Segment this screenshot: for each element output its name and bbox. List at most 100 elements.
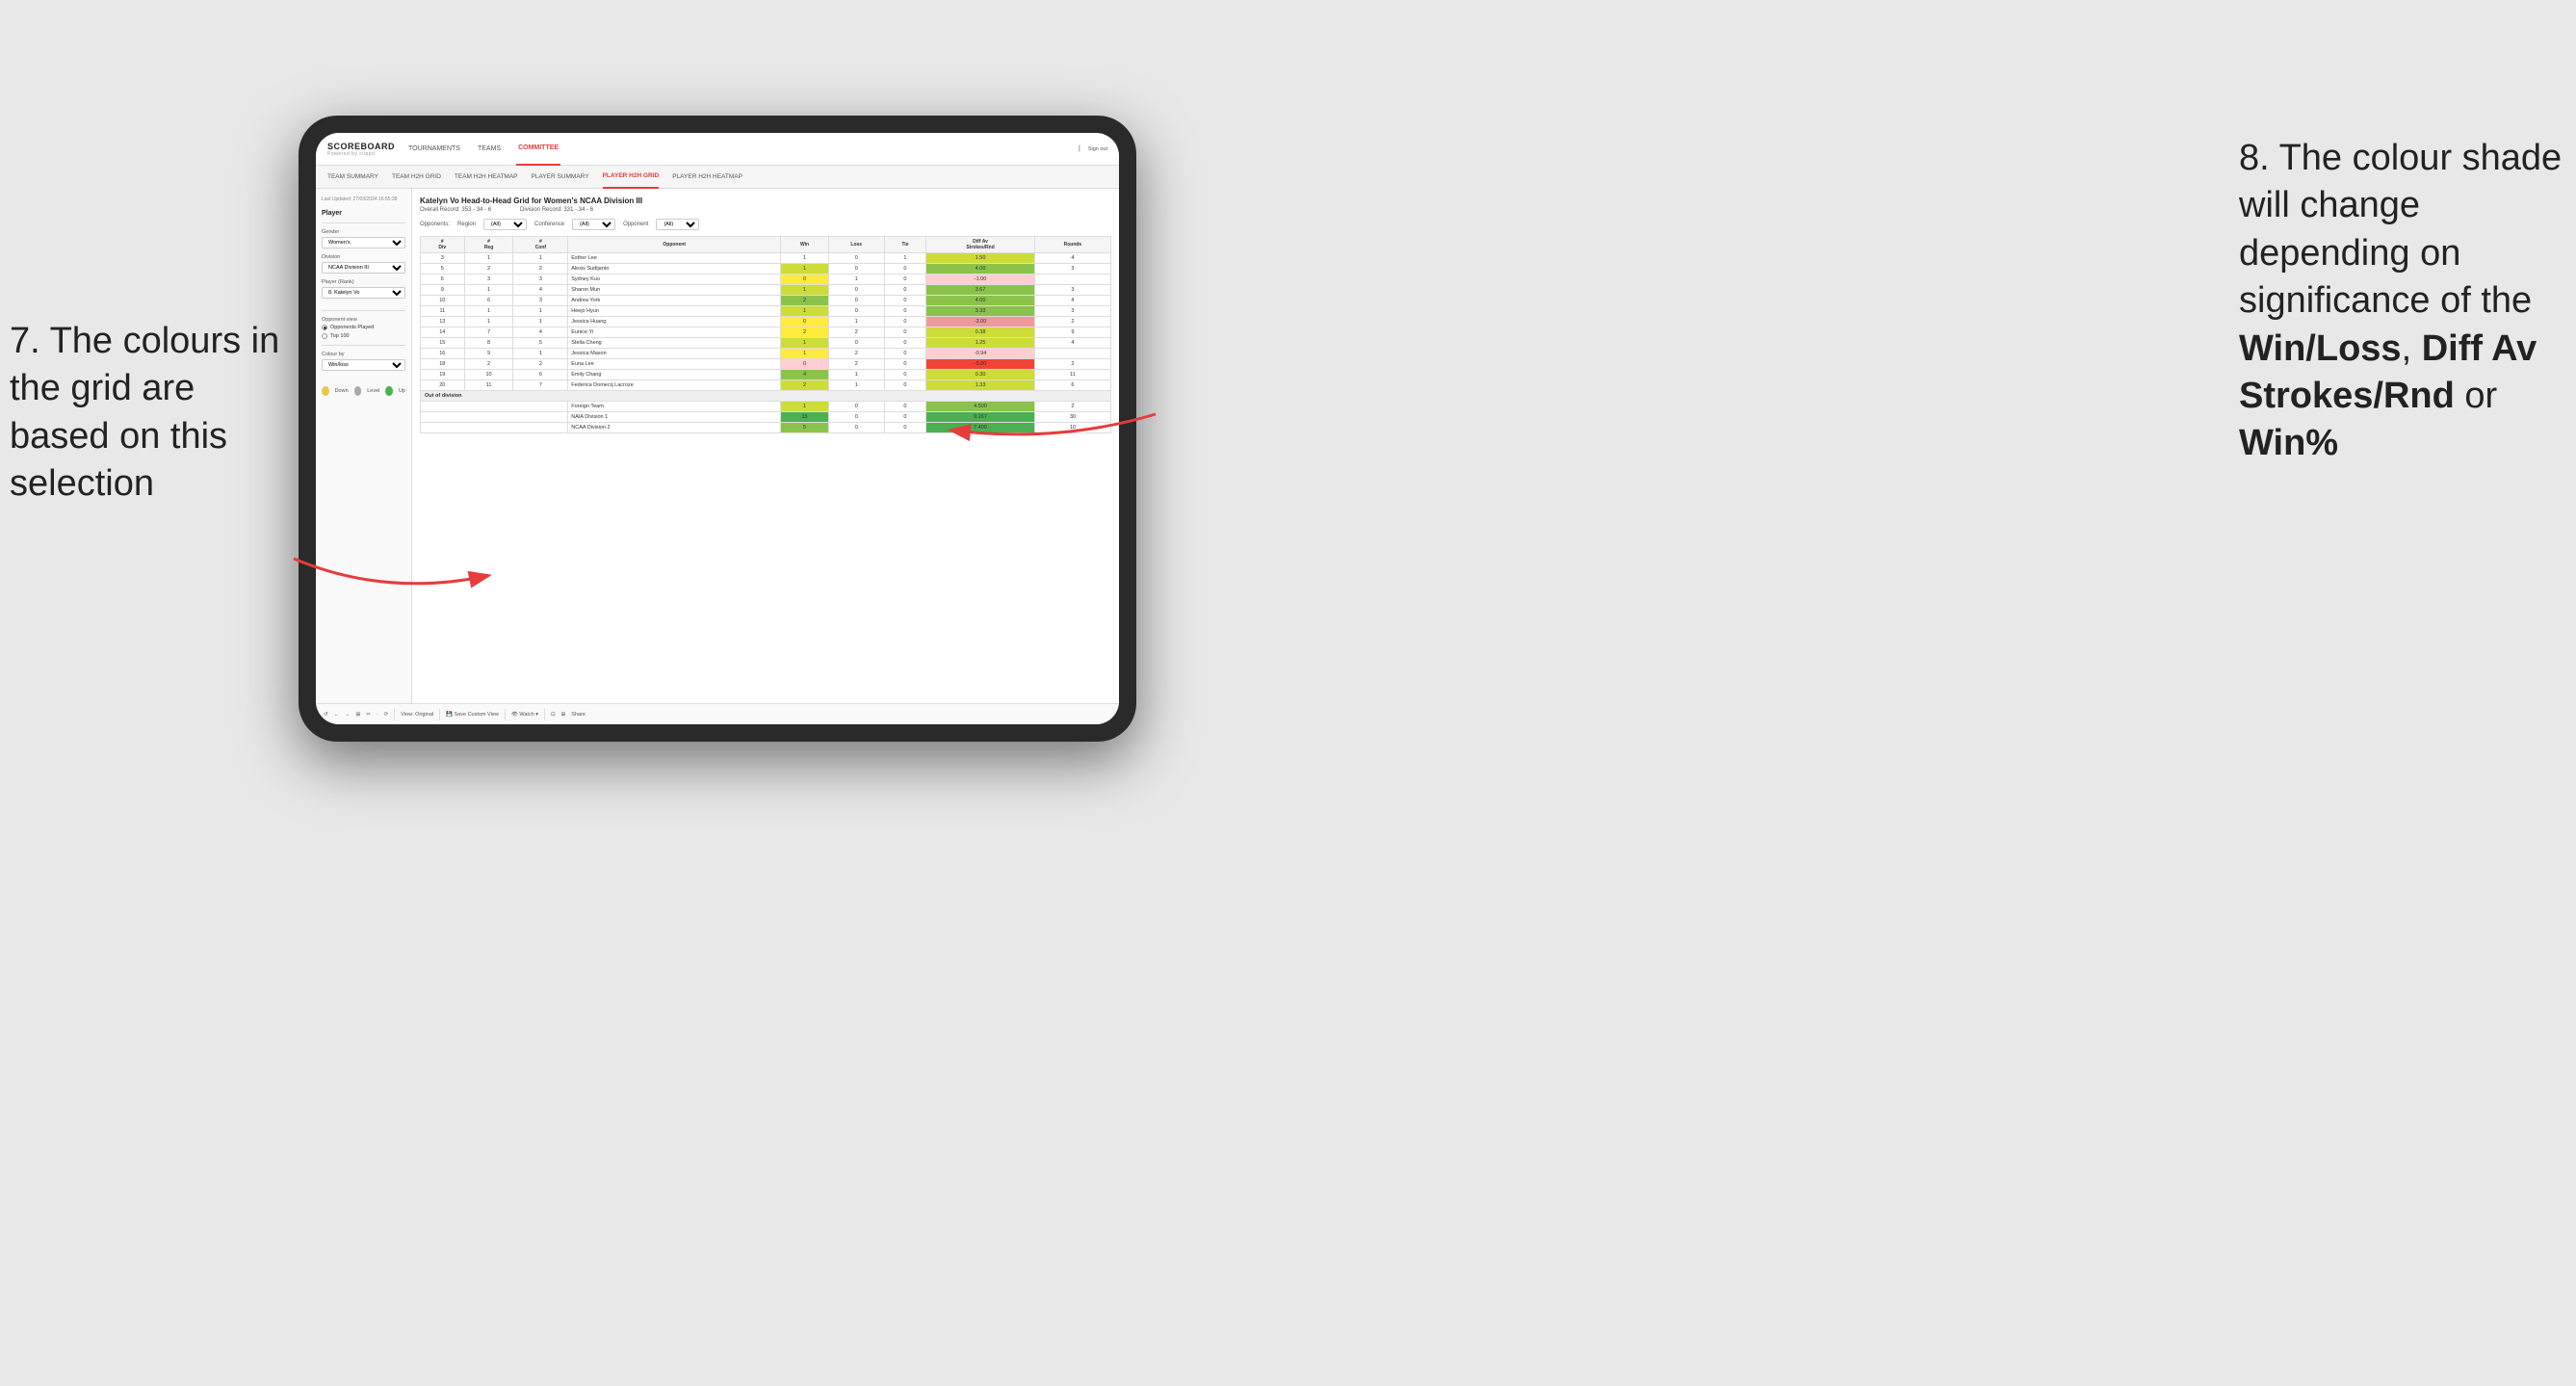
sidebar-top100-option[interactable]: Top 100 bbox=[322, 333, 405, 339]
sidebar-colour-by-label: Colour by bbox=[322, 352, 405, 357]
content-title: Katelyn Vo Head-to-Head Grid for Women's… bbox=[420, 196, 1111, 205]
toolbar-divider-3 bbox=[505, 709, 506, 720]
toolbar-icon2[interactable]: ⊞ bbox=[561, 712, 566, 718]
sidebar-opponents-played-option[interactable]: Opponents Played bbox=[322, 325, 405, 330]
toolbar-forward[interactable]: → bbox=[345, 712, 351, 718]
region-filter-select[interactable]: (All) bbox=[483, 219, 527, 230]
sidebar-opponent-radio-group: Opponents Played Top 100 bbox=[322, 325, 405, 339]
radio-dot-opponents-played bbox=[322, 325, 327, 330]
legend-down-label: Down bbox=[335, 388, 349, 394]
table-row: NCAA Division 2 5 0 0 7.400 10 bbox=[421, 423, 1111, 433]
nav-right: | Sign out bbox=[1079, 145, 1107, 152]
toolbar-refresh[interactable]: ⟳ bbox=[384, 712, 389, 718]
table-row: 16 9 1 Jessica Mason 1 2 0 -0.94 bbox=[421, 349, 1111, 359]
annotation-right: 8. The colour shade will change dependin… bbox=[2239, 135, 2566, 468]
toolbar-share[interactable]: Share bbox=[571, 712, 585, 718]
legend-level-dot bbox=[354, 386, 362, 396]
overall-record-label: Overall Record: 353 - 34 - 6 bbox=[420, 207, 491, 213]
content-record: Overall Record: 353 - 34 - 6 Division Re… bbox=[420, 207, 1111, 213]
division-record-label: Division Record: 331 - 34 - 6 bbox=[520, 207, 593, 213]
legend-level-label: Level bbox=[367, 388, 379, 394]
th-div: #Div bbox=[421, 237, 465, 253]
nav-bar: SCOREBOARD Powered by clippd TOURNAMENTS… bbox=[316, 133, 1119, 166]
legend-up-label: Up bbox=[399, 388, 405, 394]
content-area: Katelyn Vo Head-to-Head Grid for Women's… bbox=[412, 189, 1119, 703]
toolbar-divider-4 bbox=[544, 709, 545, 720]
sidebar-opponent-view-label: Opponent view bbox=[322, 317, 405, 323]
table-row: 5 2 2 Alexis Sudijanto 1 0 0 4.00 3 bbox=[421, 264, 1111, 275]
app-logo-sub: Powered by clippd bbox=[327, 151, 395, 157]
table-row: 9 1 4 Sharon Mun 1 0 0 3.67 3 bbox=[421, 285, 1111, 296]
subnav-player-summary[interactable]: PLAYER SUMMARY bbox=[532, 166, 589, 189]
nav-tournaments[interactable]: TOURNAMENTS bbox=[406, 133, 462, 166]
table-row: 18 2 2 Euna Lee 0 2 0 -5.00 2 bbox=[421, 359, 1111, 370]
th-win: Win bbox=[781, 237, 829, 253]
toolbar-cut[interactable]: ✂ bbox=[366, 712, 371, 718]
toolbar-icon1[interactable]: ⊡ bbox=[551, 712, 556, 718]
out-of-division-header: Out of division bbox=[421, 391, 1111, 402]
nav-committee[interactable]: COMMITTEE bbox=[516, 133, 560, 166]
toolbar-grid[interactable]: ⊞ bbox=[356, 712, 361, 718]
legend-up-dot bbox=[385, 386, 393, 396]
sidebar-player-rank-select[interactable]: 8. Katelyn Vo bbox=[322, 287, 405, 299]
sidebar-gender-label: Gender bbox=[322, 229, 405, 235]
legend-row: Down Level Up bbox=[322, 386, 405, 396]
toolbar-save-custom[interactable]: 💾 Save Custom View bbox=[446, 712, 499, 718]
th-conf: #Conf bbox=[513, 237, 568, 253]
th-diff: Diff AvStrokes/Rnd bbox=[926, 237, 1035, 253]
sidebar-gender-select[interactable]: Women's bbox=[322, 237, 405, 248]
app-logo: SCOREBOARD Powered by clippd bbox=[327, 142, 395, 157]
th-loss: Loss bbox=[828, 237, 884, 253]
toolbar-paste[interactable]: · bbox=[377, 712, 378, 718]
table-row: 3 1 1 Esther Lee 1 0 1 1.50 4 bbox=[421, 253, 1111, 264]
toolbar-divider-2 bbox=[439, 709, 440, 720]
table-row: 10 6 3 Andrea York 2 0 0 4.00 4 bbox=[421, 296, 1111, 306]
sidebar-timestamp: Last Updated: 27/03/2024 16:55:38 bbox=[322, 196, 405, 202]
th-opponent: Opponent bbox=[568, 237, 781, 253]
main-content: Last Updated: 27/03/2024 16:55:38 Player… bbox=[316, 189, 1119, 703]
sidebar-division-select[interactable]: NCAA Division III bbox=[322, 262, 405, 274]
th-rounds: Rounds bbox=[1034, 237, 1110, 253]
toolbar-watch[interactable]: 👁 Watch ▾ bbox=[511, 712, 538, 718]
table-row: 19 10 6 Emily Chang 4 1 0 0.30 11 bbox=[421, 370, 1111, 380]
subnav-player-h2h-heatmap[interactable]: PLAYER H2H HEATMAP bbox=[672, 166, 742, 189]
subnav-player-h2h-grid[interactable]: PLAYER H2H GRID bbox=[603, 166, 660, 189]
subnav-team-h2h-heatmap[interactable]: TEAM H2H HEATMAP bbox=[455, 166, 518, 189]
table-row: 13 1 1 Jessica Huang 0 1 0 -3.00 2 bbox=[421, 317, 1111, 327]
toolbar-divider-1 bbox=[394, 709, 395, 720]
subnav-team-h2h-grid[interactable]: TEAM H2H GRID bbox=[392, 166, 441, 189]
toolbar-back[interactable]: ← bbox=[334, 712, 340, 718]
opponent-filter-label: Opponent bbox=[623, 222, 648, 227]
table-row: 14 7 4 Eunice Yi 2 2 0 0.38 9 bbox=[421, 327, 1111, 338]
region-filter-label: Region bbox=[457, 222, 476, 227]
tablet-screen: SCOREBOARD Powered by clippd TOURNAMENTS… bbox=[316, 133, 1119, 724]
tablet-frame: SCOREBOARD Powered by clippd TOURNAMENTS… bbox=[299, 116, 1136, 742]
sidebar-division-label: Division bbox=[322, 254, 405, 260]
radio-dot-top100 bbox=[322, 333, 327, 339]
sidebar-player-rank-label: Player (Rank) bbox=[322, 279, 405, 285]
table-row: Foreign Team 1 0 0 4.500 2 bbox=[421, 402, 1111, 412]
conference-filter-label: Conference bbox=[534, 222, 564, 227]
subnav-team-summary[interactable]: TEAM SUMMARY bbox=[327, 166, 378, 189]
conference-filter-select[interactable]: (All) bbox=[572, 219, 615, 230]
table-row: 20 11 7 Federica Domecq Lacroze 2 1 0 1.… bbox=[421, 380, 1111, 391]
sidebar-player-title: Player bbox=[322, 210, 405, 217]
h2h-table: #Div #Reg #Conf Opponent Win Loss Tie Di… bbox=[420, 236, 1111, 433]
nav-separator: | bbox=[1079, 145, 1080, 152]
legend-down-dot bbox=[322, 386, 329, 396]
toolbar-view-original[interactable]: View: Original bbox=[401, 712, 433, 718]
bottom-toolbar: ↺ ← → ⊞ ✂ · ⟳ View: Original 💾 Save Cust… bbox=[316, 703, 1119, 724]
nav-items: TOURNAMENTS TEAMS COMMITTEE bbox=[406, 133, 1079, 166]
nav-teams[interactable]: TEAMS bbox=[476, 133, 503, 166]
sidebar: Last Updated: 27/03/2024 16:55:38 Player… bbox=[316, 189, 412, 703]
sub-nav: TEAM SUMMARY TEAM H2H GRID TEAM H2H HEAT… bbox=[316, 166, 1119, 189]
sign-out-button[interactable]: Sign out bbox=[1088, 146, 1107, 152]
opponent-filter-select[interactable]: (All) bbox=[656, 219, 699, 230]
toolbar-undo[interactable]: ↺ bbox=[324, 712, 328, 718]
sidebar-colour-by-select[interactable]: Win/loss bbox=[322, 359, 405, 371]
th-reg: #Reg bbox=[464, 237, 513, 253]
th-tie: Tie bbox=[884, 237, 926, 253]
opponents-filter-label: Opponents: bbox=[420, 222, 450, 227]
table-row: 11 1 1 Heejo Hyun 1 0 0 3.33 3 bbox=[421, 306, 1111, 317]
table-row: 6 3 3 Sydney Kuo 0 1 0 -1.00 bbox=[421, 275, 1111, 285]
